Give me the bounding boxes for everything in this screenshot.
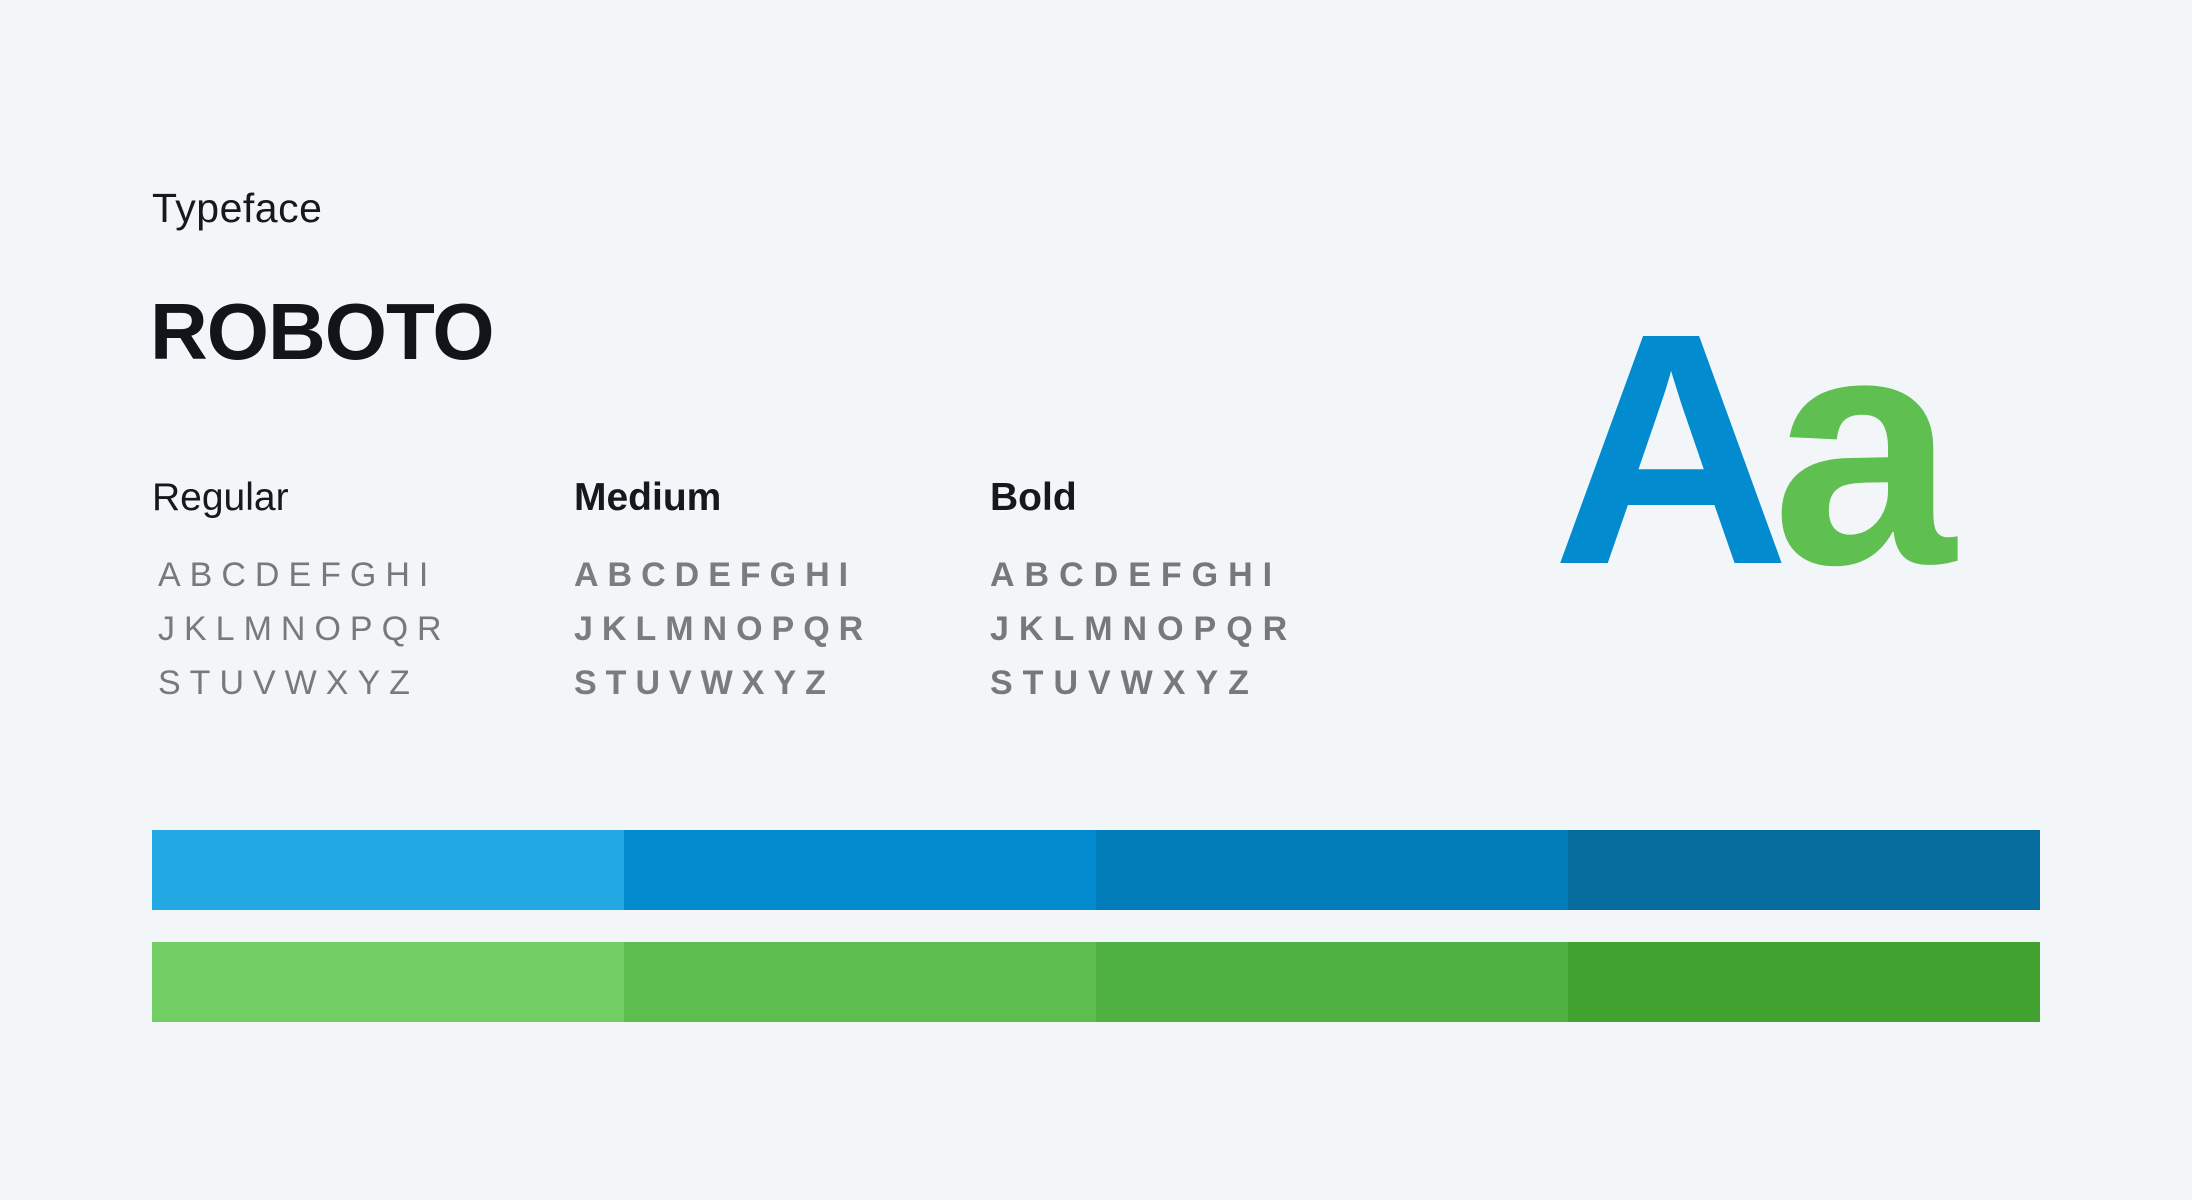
weight-column-regular: Regular ABCDEFGHI JKLMNOPQR STUVWXYZ (152, 470, 451, 710)
typeface-label: Typeface (152, 185, 323, 231)
alphabet-line: JKLMNOPQR (158, 610, 451, 648)
sample-lowercase-glyph: a (1772, 264, 1956, 633)
font-name-title: ROBOTO (150, 287, 495, 376)
alphabet-line: JKLMNOPQR (574, 610, 873, 648)
weight-title-regular: Regular (152, 476, 289, 519)
alphabet-line: STUVWXYZ (990, 664, 1259, 702)
weight-column-bold: Bold ABCDEFGHI JKLMNOPQR STUVWXYZ (990, 470, 1297, 710)
alphabet-line: STUVWXYZ (574, 664, 835, 702)
green-color-palette (152, 942, 2040, 1022)
weight-column-medium: Medium ABCDEFGHI JKLMNOPQR STUVWXYZ (574, 470, 872, 710)
green-swatch (152, 942, 624, 1022)
alphabet-line: ABCDEFGHI (574, 556, 858, 594)
blue-swatch (1096, 830, 1568, 910)
green-swatch (1096, 942, 1568, 1022)
blue-color-palette (152, 830, 2040, 910)
blue-swatch (1568, 830, 2040, 910)
alphabet-line: STUVWXYZ (158, 664, 419, 702)
type-sample-glyphs: A a (1552, 284, 1956, 614)
weight-title-medium: Medium (574, 476, 722, 519)
alphabet-line: ABCDEFGHI (990, 556, 1283, 594)
weight-title-bold: Bold (990, 476, 1077, 519)
sample-uppercase-glyph: A (1552, 264, 1790, 633)
green-swatch (1568, 942, 2040, 1022)
alphabet-line: ABCDEFGHI (158, 556, 438, 594)
alphabet-line: JKLMNOPQR (990, 610, 1298, 648)
blue-swatch (624, 830, 1096, 910)
green-swatch (624, 942, 1096, 1022)
blue-swatch (152, 830, 624, 910)
